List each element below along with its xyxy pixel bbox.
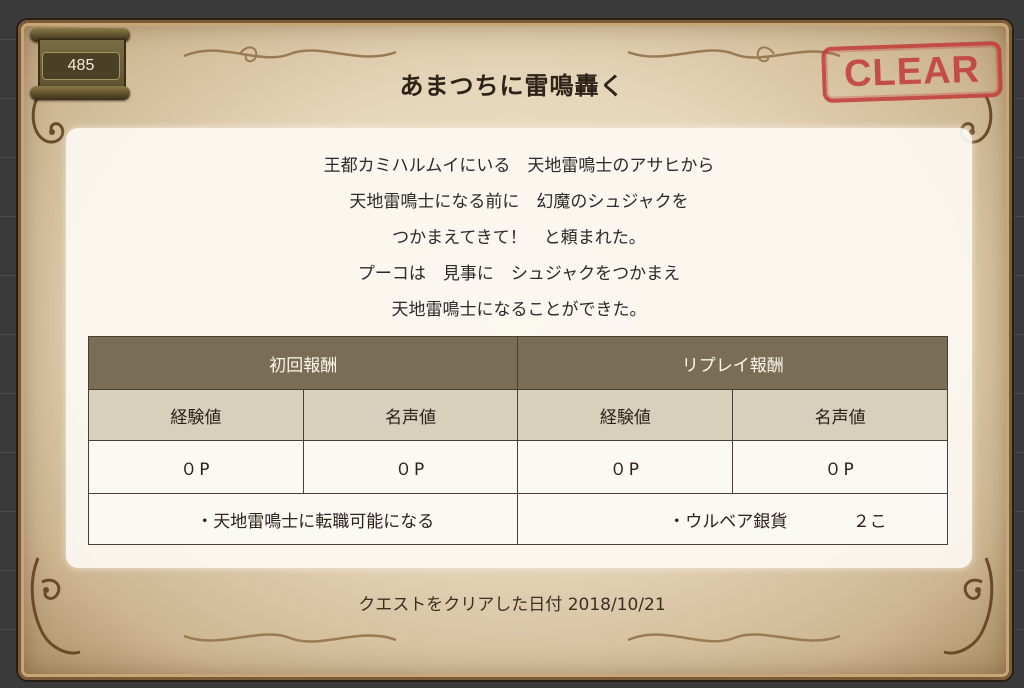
replay-reward-item: ・ウルベア銀貨 bbox=[668, 511, 788, 532]
reward-table: 初回報酬 リプレイ報酬 経験値 名声値 経験値 名声値 ０P ０P ０P ０P … bbox=[87, 336, 948, 545]
description-line: 王都カミハルムイにいる 天地雷鳴士のアサヒから bbox=[323, 156, 715, 176]
description-line: つかまえてきて！ と頼まれた。 bbox=[392, 228, 646, 248]
bottom-flourish-left bbox=[180, 620, 400, 656]
description-line: 天地雷鳴士になる前に 幻魔のシュジャクを bbox=[349, 192, 689, 212]
clear-stamp: CLEAR bbox=[821, 40, 1003, 104]
replay-reward-item-qty: ２こ bbox=[852, 511, 887, 532]
first-exp-label: 経験値 bbox=[88, 389, 304, 441]
replay-exp-value: ０P bbox=[517, 440, 734, 494]
quest-description: 王都カミハルムイにいる 天地雷鳴士のアサヒから 天地雷鳴士になる前に 幻魔のシュ… bbox=[66, 148, 972, 328]
replay-exp-label: 経験値 bbox=[517, 389, 734, 441]
first-reward-header: 初回報酬 bbox=[87, 336, 519, 390]
replay-reward-header: リプレイ報酬 bbox=[517, 336, 948, 390]
description-line: プーコは 見事に シュジャクをつかまえ bbox=[357, 264, 681, 284]
first-exp-value: ０P bbox=[88, 440, 304, 494]
replay-reward-item-cell: ・ウルベア銀貨 ２こ bbox=[517, 493, 948, 545]
bottom-flourish-right bbox=[624, 620, 844, 656]
clear-date: クエストをクリアした日付 2018/10/21 bbox=[358, 595, 666, 615]
replay-fame-label: 名声値 bbox=[732, 389, 948, 441]
first-reward-item: ・天地雷鳴士に転職可能になる bbox=[196, 511, 435, 532]
first-fame-label: 名声値 bbox=[302, 389, 519, 441]
replay-fame-value: ０P bbox=[732, 440, 948, 494]
first-fame-value: ０P bbox=[302, 440, 519, 494]
first-reward-item-cell: ・天地雷鳴士に転職可能になる bbox=[87, 493, 519, 545]
description-line: 天地雷鳴士になることができた。 bbox=[391, 300, 647, 320]
